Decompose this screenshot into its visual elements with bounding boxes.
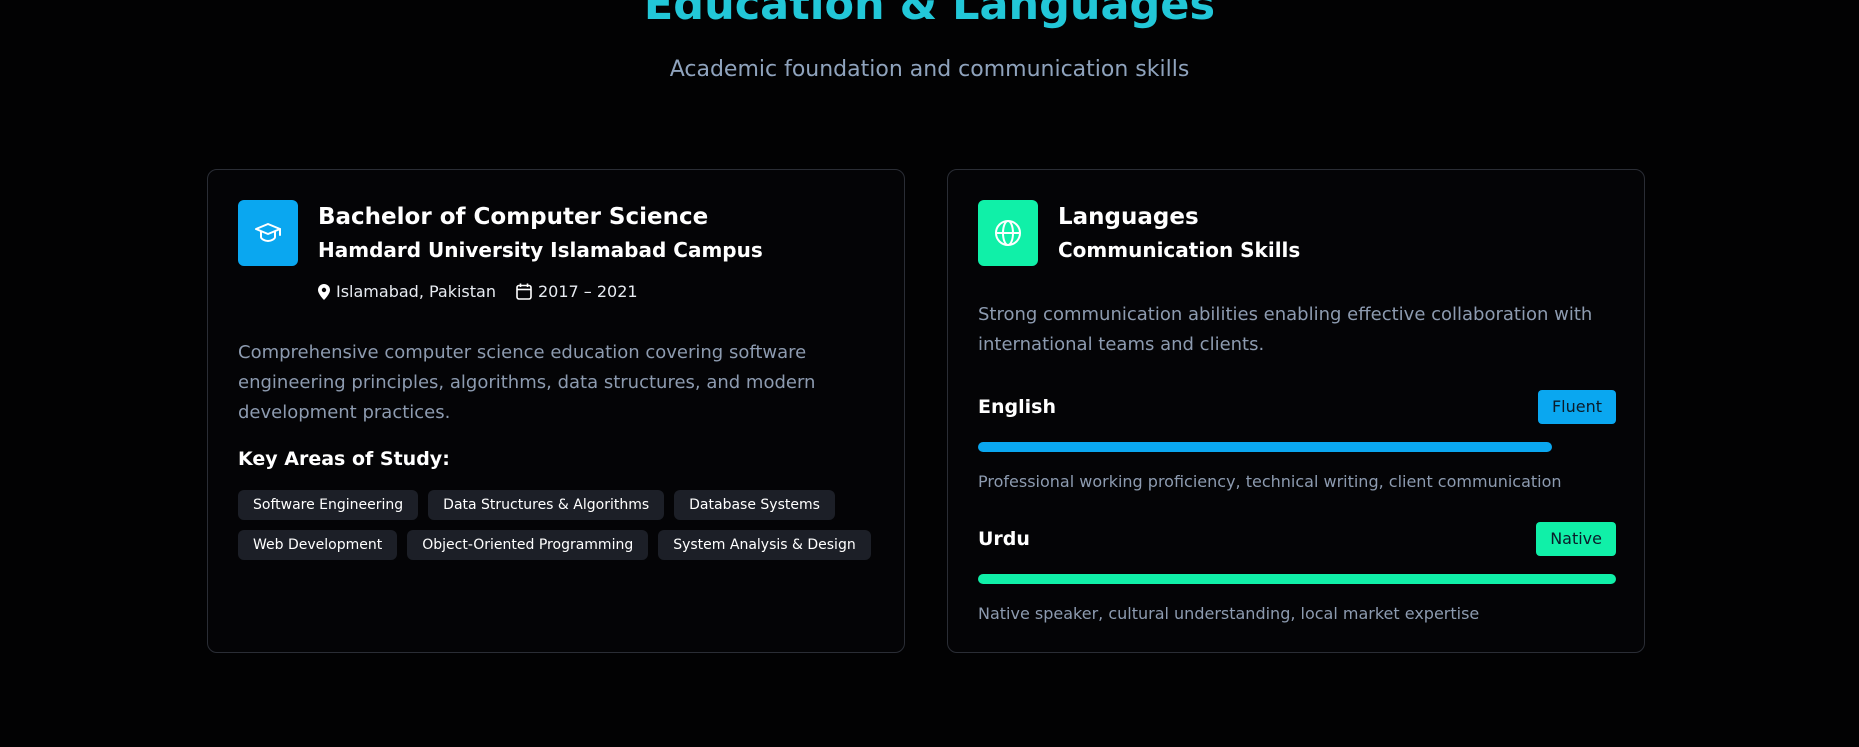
proficiency-bar: [978, 442, 1616, 452]
education-card: Bachelor of Computer Science Hamdard Uni…: [207, 169, 905, 653]
study-area-tag: Object-Oriented Programming: [407, 530, 649, 560]
language-item-english: English Fluent Professional working prof…: [978, 390, 1616, 491]
language-name: Urdu: [978, 528, 1030, 550]
proficiency-bar-fill: [978, 442, 1553, 452]
institution-name: Hamdard University Islamabad Campus: [318, 238, 763, 262]
location-text: Islamabad, Pakistan: [336, 282, 496, 301]
education-languages-section: Education & Languages Academic foundatio…: [0, 0, 1859, 747]
study-areas-list: Software Engineering Data Structures & A…: [238, 490, 878, 560]
language-name: English: [978, 396, 1056, 418]
calendar-icon: [516, 283, 532, 300]
section-title: Education & Languages: [643, 0, 1216, 30]
study-area-tag: System Analysis & Design: [658, 530, 871, 560]
globe-icon: [978, 200, 1038, 266]
education-meta: Islamabad, Pakistan 2017 – 2021: [318, 282, 658, 301]
languages-card: Languages Communication Skills Strong co…: [947, 169, 1645, 653]
study-area-tag: Software Engineering: [238, 490, 419, 520]
map-pin-icon: [318, 283, 330, 300]
study-area-tag: Web Development: [238, 530, 398, 560]
education-description: Comprehensive computer science education…: [238, 342, 816, 423]
language-note: Native speaker, cultural understanding, …: [978, 604, 1480, 623]
section-subtitle: Academic foundation and communication sk…: [669, 57, 1190, 82]
language-note: Professional working proficiency, techni…: [978, 472, 1562, 491]
graduation-cap-icon: [238, 200, 298, 266]
location: Islamabad, Pakistan: [318, 282, 496, 301]
study-area-tag: Database Systems: [674, 490, 835, 520]
period: 2017 – 2021: [516, 282, 638, 301]
languages-subtitle: Communication Skills: [1058, 238, 1301, 262]
key-areas-heading: Key Areas of Study:: [238, 448, 450, 470]
language-level-badge: Fluent: [1537, 390, 1616, 424]
study-area-tag: Data Structures & Algorithms: [428, 490, 665, 520]
language-item-urdu: Urdu Native Native speaker, cultural und…: [978, 522, 1616, 623]
languages-title: Languages: [1058, 204, 1199, 230]
proficiency-bar: [978, 574, 1616, 584]
degree-title: Bachelor of Computer Science: [318, 204, 709, 230]
proficiency-bar-fill: [978, 574, 1616, 584]
language-level-badge: Native: [1536, 522, 1616, 556]
period-text: 2017 – 2021: [537, 282, 638, 301]
languages-description: Strong communication abilities enabling …: [978, 304, 1593, 355]
